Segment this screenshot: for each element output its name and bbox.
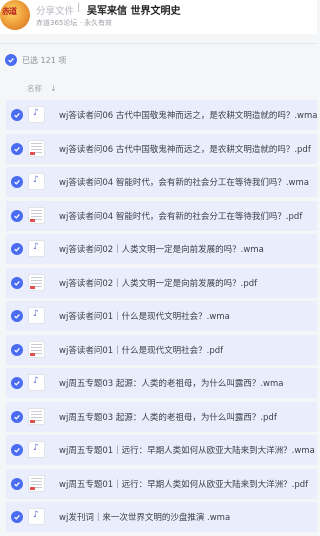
checkmark-icon bbox=[14, 112, 20, 118]
pdf-file-icon bbox=[28, 407, 45, 425]
file-checkbox[interactable] bbox=[11, 511, 23, 523]
select-all-row[interactable]: 已选 121 项 bbox=[5, 53, 66, 67]
share-header: 赤道 分享文件 | 吴军来信 世界文明史 赤道365论坛 · 永久有效 bbox=[0, 0, 317, 34]
audio-file-icon: ♪ bbox=[28, 240, 45, 257]
file-row[interactable]: ♪ wj周五专题03 起源：人类的老祖母，为什么叫露西？.wma bbox=[6, 368, 317, 398]
checkmark-icon bbox=[14, 447, 20, 453]
file-checkbox[interactable] bbox=[11, 444, 23, 456]
file-row[interactable]: ♪ wj答读者问01｜什么是现代文明社会？.wma bbox=[6, 301, 317, 331]
file-row[interactable]: ♪ wj周五专题01｜远行：早期人类如何从欧亚大陆来到大洋洲？.wma bbox=[6, 435, 317, 465]
pdf-file-icon bbox=[28, 474, 45, 492]
file-row[interactable]: wj周五专题03 起源：人类的老祖母，为什么叫露西？.pdf bbox=[6, 401, 317, 432]
select-all-checkbox[interactable] bbox=[5, 54, 17, 66]
file-row[interactable]: ♪ wj发刊词｜来一次世界文明的沙盘推演 .wma bbox=[6, 502, 317, 532]
file-name[interactable]: wj答读者问01｜什么是现代文明社会？.wma bbox=[59, 310, 230, 322]
file-row[interactable]: wj答读者问01｜什么是现代文明社会？.pdf bbox=[6, 334, 317, 365]
file-list: ♪ wj答读者问06 古代中国敬鬼神而远之，是农耕文明造就的吗？.wma wj答读者… bbox=[6, 100, 317, 536]
audio-file-icon: ♪ bbox=[28, 374, 45, 391]
file-checkbox[interactable] bbox=[11, 410, 23, 423]
pdf-file-icon bbox=[28, 206, 45, 224]
pdf-file-icon bbox=[28, 273, 45, 291]
sharer-avatar[interactable]: 赤道 bbox=[0, 0, 30, 30]
file-row[interactable]: wj答读者问06 古代中国敬鬼神而远之，是农耕文明造就的吗？.pdf bbox=[6, 133, 317, 164]
file-name[interactable]: wj周五专题01｜远行：早期人类如何从欧亚大陆来到大洋洲？.wma bbox=[59, 444, 315, 456]
file-row[interactable]: wj周五专题01｜远行：早期人类如何从欧亚大陆来到大洋洲？.pdf bbox=[6, 468, 317, 499]
file-checkbox[interactable] bbox=[11, 176, 23, 188]
sort-arrow-icon[interactable]: ↓ bbox=[50, 84, 57, 93]
selected-count: 已选 121 项 bbox=[22, 55, 67, 65]
file-checkbox[interactable] bbox=[11, 477, 23, 490]
file-name[interactable]: wj答读者问01｜什么是现代文明社会？.pdf bbox=[59, 344, 223, 356]
checkmark-icon bbox=[14, 246, 20, 252]
file-checkbox[interactable] bbox=[11, 343, 23, 356]
file-row[interactable]: wj答读者问04 智能时代，会有新的社会分工在等待我们吗？.pdf bbox=[6, 200, 317, 231]
file-name[interactable]: wj周五专题03 起源：人类的老祖母，为什么叫露西？.pdf bbox=[59, 411, 277, 423]
audio-file-icon: ♪ bbox=[28, 441, 45, 458]
file-name[interactable]: wj周五专题01｜远行：早期人类如何从欧亚大陆来到大洋洲？.pdf bbox=[59, 478, 308, 490]
pdf-file-icon bbox=[28, 139, 45, 157]
checkmark-icon bbox=[8, 57, 14, 63]
share-title: 吴军来信 世界文明史 bbox=[87, 6, 181, 17]
checkmark-icon bbox=[14, 414, 20, 420]
file-checkbox[interactable] bbox=[11, 377, 23, 389]
checkmark-icon bbox=[14, 179, 20, 185]
file-checkbox[interactable] bbox=[11, 209, 23, 222]
audio-file-icon: ♪ bbox=[28, 307, 45, 324]
file-name[interactable]: wj答读者问06 古代中国敬鬼神而远之，是农耕文明造就的吗？.wma bbox=[59, 109, 317, 121]
share-files-label: 分享文件 bbox=[36, 6, 75, 17]
title-separator: | bbox=[77, 2, 81, 13]
file-name[interactable]: wj答读者问02｜人类文明一定是向前发展的吗？.pdf bbox=[59, 277, 257, 289]
file-checkbox[interactable] bbox=[11, 310, 23, 322]
file-row[interactable]: ♪ wj答读者问06 古代中国敬鬼神而远之，是农耕文明造就的吗？.wma bbox=[6, 100, 317, 130]
file-name[interactable]: wj答读者问02｜人类文明一定是向前发展的吗？.wma bbox=[59, 243, 264, 255]
checkmark-icon bbox=[14, 313, 20, 319]
file-name[interactable]: wj周五专题03 起源：人类的老祖母，为什么叫露西？.wma bbox=[59, 377, 283, 389]
checkmark-icon bbox=[14, 146, 20, 152]
file-row[interactable]: wj答读者问02｜人类文明一定是向前发展的吗？.pdf bbox=[6, 267, 317, 298]
file-checkbox[interactable] bbox=[11, 243, 23, 255]
checkmark-icon bbox=[14, 514, 20, 520]
name-column-label: 名称 bbox=[27, 84, 42, 93]
audio-file-icon: ♪ bbox=[28, 173, 45, 190]
checkmark-icon bbox=[14, 280, 20, 286]
file-name[interactable]: wj发刊词｜来一次世界文明的沙盘推演 .wma bbox=[59, 511, 230, 523]
file-name[interactable]: wj答读者问06 古代中国敬鬼神而远之，是农耕文明造就的吗？.pdf bbox=[59, 143, 311, 155]
file-checkbox[interactable] bbox=[11, 109, 23, 121]
file-checkbox[interactable] bbox=[11, 142, 23, 155]
share-meta: 赤道365论坛 · 永久有效 bbox=[36, 19, 113, 27]
file-row[interactable]: ♪ wj答读者问02｜人类文明一定是向前发展的吗？.wma bbox=[6, 234, 317, 264]
file-name[interactable]: wj答读者问04 智能时代，会有新的社会分工在等待我们吗？.wma bbox=[59, 176, 309, 188]
checkmark-icon bbox=[14, 380, 20, 386]
file-checkbox[interactable] bbox=[11, 276, 23, 289]
checkmark-icon bbox=[14, 481, 20, 487]
name-column-header[interactable]: 名称 ↓ bbox=[27, 83, 57, 94]
audio-file-icon: ♪ bbox=[28, 106, 45, 123]
file-name[interactable]: wj答读者问04 智能时代，会有新的社会分工在等待我们吗？.pdf bbox=[59, 210, 302, 222]
checkmark-icon bbox=[14, 347, 20, 353]
checkmark-icon bbox=[14, 213, 20, 219]
pdf-file-icon bbox=[28, 340, 45, 358]
file-row[interactable]: ♪ wj答读者问04 智能时代，会有新的社会分工在等待我们吗？.wma bbox=[6, 167, 317, 197]
header-divider bbox=[0, 43, 317, 44]
audio-file-icon: ♪ bbox=[28, 508, 45, 525]
